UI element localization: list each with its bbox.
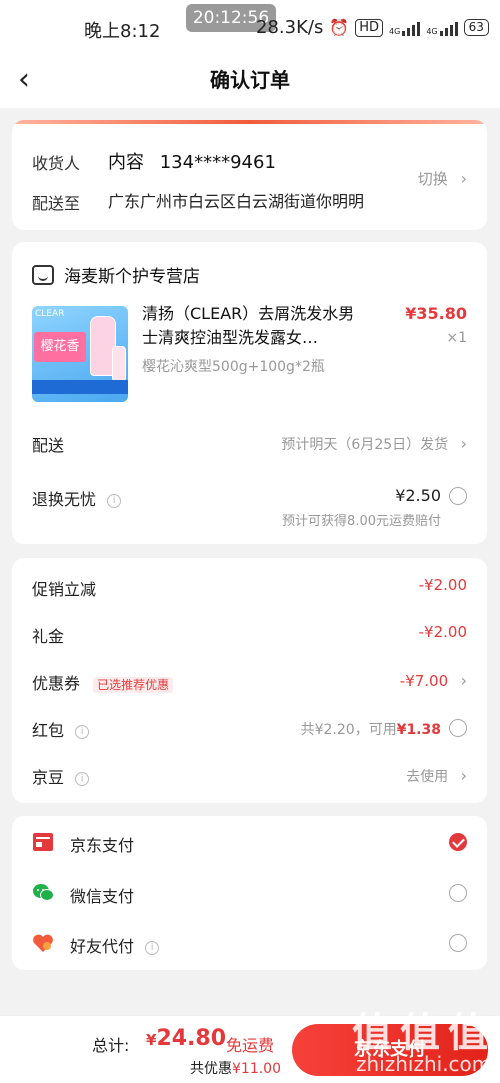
product-image[interactable]: CLEAR 樱花香 bbox=[32, 306, 128, 402]
pay-method-label: 京东支付 bbox=[70, 836, 135, 855]
product-spec: 樱花沁爽型500g+100g*2瓶 bbox=[142, 359, 325, 375]
jingdou-value-group: 去使用 › bbox=[406, 766, 467, 786]
pay-method-label: 好友代付 bbox=[70, 937, 135, 956]
jingdou-label-group: 京豆 i bbox=[32, 764, 90, 788]
promo-label: 促销立减 bbox=[32, 580, 97, 599]
jingdou-label: 京豆 bbox=[32, 768, 65, 787]
coupon-value-group: -¥7.00 › bbox=[400, 671, 467, 690]
shop-card: 海麦斯个护专营店 CLEAR 樱花香 清扬（CLEAR）去屑洗发水男士清爽控油型… bbox=[12, 242, 487, 544]
return-service: 退换无忧 i bbox=[32, 486, 122, 510]
network-speed: 28.3K/s bbox=[256, 17, 324, 38]
image-band bbox=[32, 380, 128, 394]
receiver-label: 收货人 bbox=[32, 154, 81, 173]
coupon-value: -¥7.00 bbox=[399, 672, 449, 690]
jd-pay-icon bbox=[33, 833, 53, 851]
small-bottle-graphic bbox=[112, 346, 126, 382]
total-amount: 24.80 bbox=[156, 1026, 227, 1051]
redpacket-radio[interactable] bbox=[449, 719, 467, 737]
switch-address-button[interactable]: 切换 › bbox=[418, 168, 467, 189]
alarm-icon: ⏰ bbox=[329, 18, 350, 37]
promotions-card: 促销立减 -¥2.00 礼金 -¥2.00 优惠券 已选推荐优惠 -¥7.00 … bbox=[12, 558, 487, 803]
shop-header[interactable]: 海麦斯个护专营店 bbox=[32, 262, 200, 287]
payment-card: 京东支付 微信支付 好友代付 i bbox=[12, 816, 487, 970]
pay-radio[interactable] bbox=[449, 884, 467, 902]
redpacket-label-group: 红包 i bbox=[32, 717, 90, 741]
free-shipping-label: 免运费 bbox=[226, 1036, 275, 1055]
product-price: ¥35.80 bbox=[405, 304, 467, 323]
shop-name: 海麦斯个护专营店 bbox=[64, 267, 200, 287]
delivery-option[interactable]: 预计明天（6月25日）发货 › bbox=[281, 434, 467, 454]
signal-icon: 4G bbox=[389, 20, 421, 36]
coupon-label: 优惠券 bbox=[32, 674, 81, 693]
status-time: 晚上8:12 bbox=[84, 21, 161, 42]
total-price: ¥24.80 bbox=[146, 1026, 226, 1051]
delivery-address: 广东广州市白云区白云湖街道你明明 bbox=[108, 192, 365, 211]
chevron-right-icon: › bbox=[460, 671, 467, 690]
signal-icon-2: 4G bbox=[426, 20, 458, 36]
address-card[interactable]: 收货人 内容 134****9461 配送至 广东广州市白云区白云湖街道你明明 … bbox=[12, 120, 487, 230]
page-header: ‹ 确认订单 bbox=[0, 56, 500, 108]
receiver-info: 内容 134****9461 bbox=[108, 148, 276, 174]
watermark-glyph: 值 bbox=[352, 1010, 392, 1056]
info-icon[interactable]: i bbox=[107, 493, 122, 508]
currency-symbol: ¥ bbox=[146, 1031, 157, 1049]
watermark-glyph: 值 bbox=[400, 1010, 440, 1056]
coupon-tag: 已选推荐优惠 bbox=[93, 677, 174, 693]
coupon-label-group: 优惠券 已选推荐优惠 bbox=[32, 670, 174, 694]
pay-method-label: 微信支付 bbox=[70, 887, 135, 906]
info-icon[interactable]: i bbox=[75, 724, 90, 739]
redpacket-usable: ¥1.38 bbox=[396, 722, 441, 738]
receiver-phone: 134****9461 bbox=[159, 152, 276, 173]
hd-icon: HD bbox=[355, 18, 384, 37]
deliver-label: 配送至 bbox=[32, 194, 81, 213]
page-title: 确认订单 bbox=[210, 68, 290, 92]
saving-text: 共优惠¥11.00 bbox=[190, 1058, 281, 1078]
info-icon[interactable]: i bbox=[75, 771, 90, 786]
watermark: 值 值 值 zhizhizhi.com bbox=[340, 1000, 500, 1083]
redpacket-label: 红包 bbox=[32, 721, 65, 740]
info-icon[interactable]: i bbox=[145, 940, 160, 955]
return-note: 预计可获得8.00元运费赔付 bbox=[282, 514, 441, 529]
friend-pay-label-group: 好友代付 i bbox=[70, 933, 160, 957]
product-image-brand: CLEAR bbox=[35, 309, 65, 319]
redpacket-total: 共¥2.20，可用 bbox=[300, 722, 397, 738]
receiver-name: 内容 bbox=[108, 152, 144, 173]
pay-radio-checked[interactable] bbox=[449, 833, 467, 851]
watermark-url: zhizhizhi.com bbox=[356, 1052, 492, 1076]
status-indicators: 28.3K/s ⏰ HD 4G 4G 63 bbox=[256, 17, 489, 38]
total-label: 总计: bbox=[92, 1036, 130, 1055]
delivery-estimate: 预计明天（6月25日）发货 bbox=[281, 437, 449, 453]
gift-value: -¥2.00 bbox=[418, 623, 467, 641]
redpacket-value: 共¥2.20，可用¥1.38 bbox=[301, 719, 441, 739]
friend-pay-icon bbox=[33, 934, 53, 952]
return-label: 退换无忧 bbox=[32, 490, 97, 509]
watermark-glyph: 值 bbox=[448, 1010, 488, 1056]
product-title[interactable]: 清扬（CLEAR）去屑洗发水男士清爽控油型洗发露女… bbox=[142, 302, 362, 350]
product-quantity: ×1 bbox=[446, 330, 467, 346]
status-bar: 晚上8:12 20:12:56 28.3K/s ⏰ HD 4G 4G 63 bbox=[0, 0, 500, 56]
chevron-right-icon: › bbox=[460, 169, 467, 188]
jingdou-value: 去使用 bbox=[406, 769, 449, 785]
chevron-right-icon: › bbox=[460, 434, 467, 453]
return-price: ¥2.50 bbox=[395, 486, 441, 505]
battery-icon: 63 bbox=[463, 19, 489, 36]
wechat-icon bbox=[33, 884, 54, 901]
chevron-right-icon: › bbox=[460, 766, 467, 785]
switch-label: 切换 bbox=[417, 170, 448, 188]
pay-radio[interactable] bbox=[449, 934, 467, 952]
promo-value: -¥2.00 bbox=[418, 576, 467, 594]
return-service-radio[interactable] bbox=[449, 487, 467, 505]
saving-amount: ¥11.00 bbox=[232, 1061, 281, 1077]
gift-label: 礼金 bbox=[32, 627, 65, 646]
saving-label: 共优惠 bbox=[190, 1061, 232, 1077]
product-image-label: 樱花香 bbox=[34, 332, 86, 362]
store-icon bbox=[32, 264, 54, 285]
delivery-label: 配送 bbox=[32, 436, 65, 455]
